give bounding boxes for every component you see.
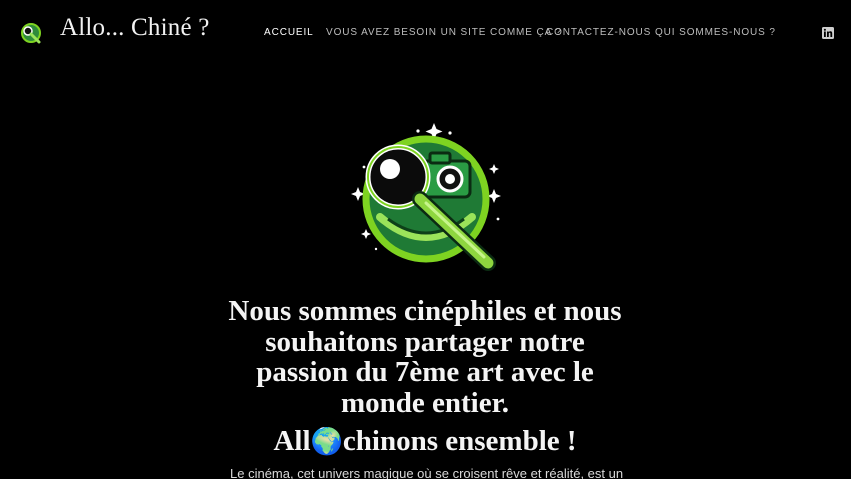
main-nav: ACCUEIL VOUS AVEZ BESOIN UN SITE COMME Ç… (0, 27, 851, 41)
hero-intro-text: Le cinéma, cet univers magique où se cro… (230, 466, 624, 479)
linkedin-icon[interactable] (822, 27, 834, 39)
globe-icon: 🌍 (310, 427, 343, 456)
nav-item-site[interactable]: VOUS AVEZ BESOIN UN SITE COMME ÇA ? (326, 27, 562, 38)
hero-headline: Nous sommes cinéphiles et nous souhaiton… (225, 296, 625, 418)
nav-item-accueil[interactable]: ACCUEIL (264, 27, 314, 38)
hero-subheadline: All🌍chinons ensemble ! (225, 424, 625, 459)
headline-before: Nous sommes (228, 295, 405, 327)
subheadline-highlight: All🌍chinons (269, 425, 442, 459)
site-header: Allo... Chiné ? ACCUEIL VOUS AVEZ BESOIN… (0, 0, 851, 66)
headline-highlight: cinéphiles (400, 295, 531, 327)
nav-item-contact[interactable]: CONTACTEZ-NOUS (546, 27, 651, 38)
magnifier-camera-logo-icon (351, 123, 501, 271)
subheadline-rest: ensemble ! (438, 425, 577, 457)
nav-item-about[interactable]: QUI SOMMES-NOUS ? (655, 27, 776, 38)
